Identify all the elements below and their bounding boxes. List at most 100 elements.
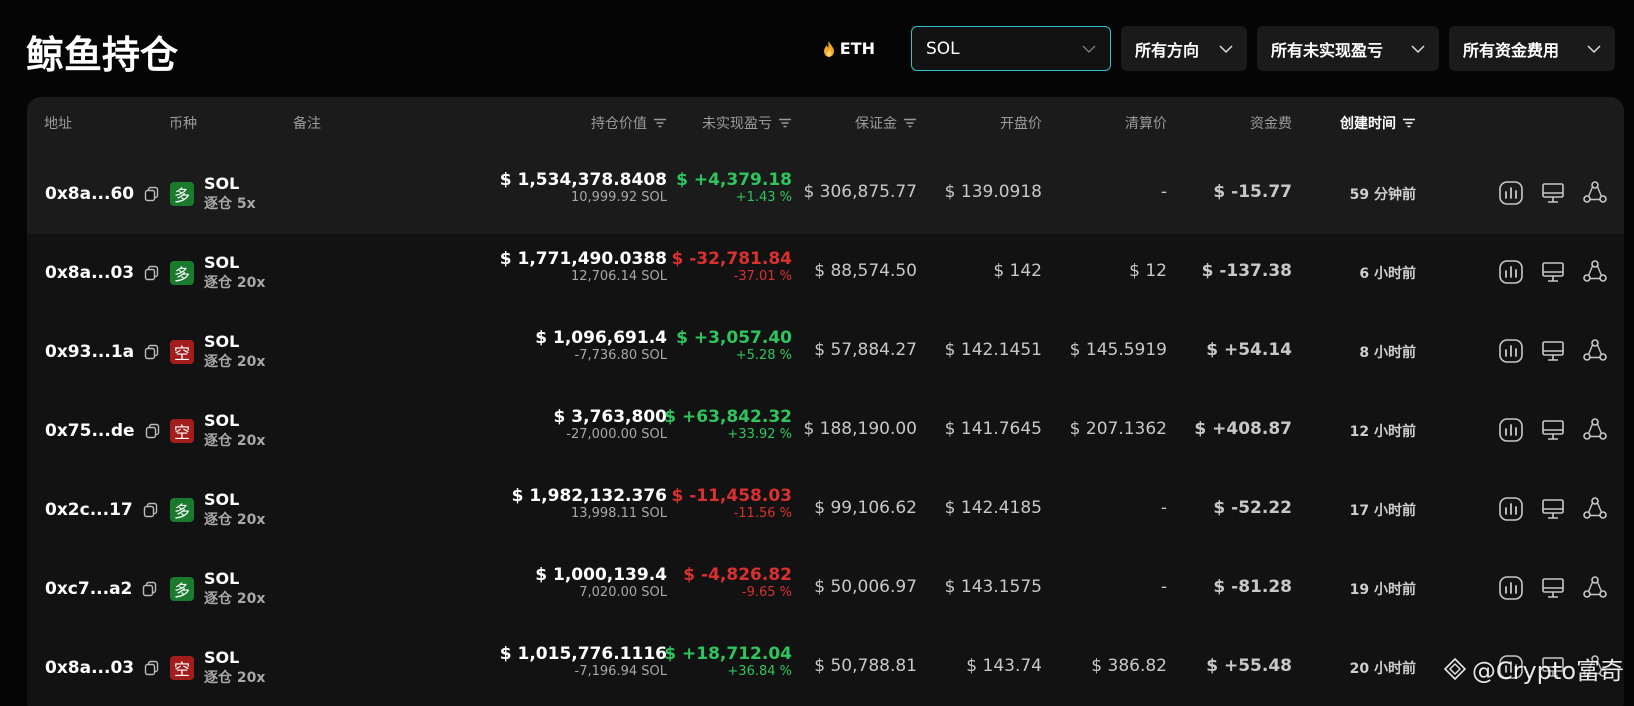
leverage-text: 逐仓 20x [204,512,266,528]
pnl-cell: $ +63,842.32 +33.92 % [664,407,792,442]
chart-icon[interactable] [1498,417,1524,443]
eth-quick-filter[interactable]: ETH [823,39,875,58]
funding-select[interactable]: 所有资金费用 [1449,26,1615,71]
share-icon[interactable] [1582,417,1608,443]
address-cell: 0xc7...a2 [45,579,158,599]
coin-select-value: SOL [926,38,960,59]
leverage-text: 逐仓 5x [204,196,256,212]
header-created[interactable]: 创建时间 [1340,113,1416,133]
open-price-value: $ 143.74 [966,656,1042,676]
header-created-label: 创建时间 [1340,116,1396,132]
leverage-text: 逐仓 20x [204,354,266,370]
open-price-value: $ 141.7645 [944,419,1042,439]
row-actions [1498,338,1608,364]
share-icon[interactable] [1582,259,1608,285]
coin-name: SOL [204,253,240,272]
address-text[interactable]: 0x8a...60 [45,184,134,204]
copy-icon[interactable] [144,186,160,202]
direction-select[interactable]: 所有方向 [1121,26,1247,71]
table-row[interactable]: 0x93...1a 空 SOL 逐仓 20x $ 1,096,691.4 -7,736.8… [27,310,1624,392]
open-price-value: $ 142.4185 [944,498,1042,518]
row-actions [1498,417,1608,443]
chart-icon[interactable] [1498,180,1524,206]
pnl-value: $ -11,458.03 [671,486,792,506]
address-text[interactable]: 0x2c...17 [45,500,133,520]
share-icon[interactable] [1582,338,1608,364]
copy-icon[interactable] [144,344,160,360]
pnl-cell: $ +3,057.40 +5.28 % [676,328,792,363]
header-pnl[interactable]: 未实现盈亏 [702,113,792,133]
liq-price-value: - [1160,577,1167,597]
table-row[interactable]: 0x75...de 空 SOL 逐仓 20x $ 3,763,800 -27,000.00… [27,389,1624,471]
copy-icon[interactable] [144,660,160,676]
copy-icon[interactable] [143,502,159,518]
position-size: 13,998.11 SOL [570,506,667,521]
margin-value: $ 50,006.97 [814,577,917,597]
side-badge: 多 [170,497,194,522]
position-value: $ 1,015,776.1116 [499,644,667,664]
liq-price-value: $ 386.82 [1091,656,1167,676]
chart-icon[interactable] [1498,575,1524,601]
copy-icon[interactable] [144,265,160,281]
monitor-icon[interactable] [1540,180,1566,206]
share-icon[interactable] [1582,575,1608,601]
position-size: 10,999.92 SOL [570,190,667,205]
watermark: @Crypto富奇 [1443,651,1624,686]
side-badge: 多 [170,260,194,285]
copy-icon[interactable] [142,581,158,597]
pnl-select[interactable]: 所有未实现盈亏 [1257,26,1439,71]
position-value: $ 1,096,691.4 [535,328,667,348]
address-cell: 0x8a...03 [45,263,160,283]
share-icon[interactable] [1582,496,1608,522]
table-row[interactable]: 0x2c...17 多 SOL 逐仓 20x $ 1,982,132.376 13,998… [27,468,1624,550]
coin-name: SOL [204,174,240,193]
table-row[interactable]: 0x8a...60 多 SOL 逐仓 5x $ 1,534,378.8408 10,999… [27,152,1624,234]
address-text[interactable]: 0x8a...03 [45,658,134,678]
coin-cell: 空 SOL 逐仓 20x [170,411,265,450]
page-title: 鲸鱼持仓 [26,33,179,77]
table-row[interactable]: 0xc7...a2 多 SOL 逐仓 20x $ 1,000,139.4 7,020.00… [27,547,1624,629]
chart-icon[interactable] [1498,338,1524,364]
monitor-icon[interactable] [1540,417,1566,443]
chart-icon[interactable] [1498,259,1524,285]
header-note: 备注 [293,116,321,132]
chart-icon[interactable] [1498,496,1524,522]
address-text[interactable]: 0xc7...a2 [45,579,132,599]
coin-select[interactable]: SOL [911,26,1111,71]
liq-price-value: $ 12 [1129,261,1167,281]
monitor-icon[interactable] [1540,259,1566,285]
pnl-percent: +33.92 % [727,427,792,442]
table-row[interactable]: 0x8a...03 空 SOL 逐仓 20x $ 1,015,776.1116 -7,19… [27,626,1624,706]
watermark-logo-icon [1443,657,1466,680]
table-row[interactable]: 0x8a...03 多 SOL 逐仓 20x $ 1,771,490.0388 12,70… [27,231,1624,313]
created-time: 20 小时前 [1349,661,1416,677]
side-badge: 空 [170,655,194,680]
coin-cell: 空 SOL 逐仓 20x [170,332,265,371]
funding-select-value: 所有资金费用 [1463,40,1560,60]
address-text[interactable]: 0x8a...03 [45,263,134,283]
pnl-value: $ +4,379.18 [676,170,792,190]
monitor-icon[interactable] [1540,575,1566,601]
pnl-cell: $ +18,712.04 +36.84 % [664,644,792,679]
pnl-select-value: 所有未实现盈亏 [1271,40,1384,60]
share-icon[interactable] [1582,180,1608,206]
header-coin: 币种 [169,116,197,132]
monitor-icon[interactable] [1540,338,1566,364]
margin-value: $ 57,884.27 [814,340,917,360]
header-margin[interactable]: 保证金 [855,113,917,133]
header-value[interactable]: 持仓价值 [591,113,667,133]
address-text[interactable]: 0x93...1a [45,342,134,362]
position-value: $ 1,000,139.4 [535,565,667,585]
eth-label: ETH [839,39,875,58]
pnl-percent: -37.01 % [733,269,792,284]
address-cell: 0x93...1a [45,342,160,362]
chevron-down-icon [1219,44,1233,53]
monitor-icon[interactable] [1540,496,1566,522]
coin-name: SOL [204,648,240,667]
header-open-price: 开盘价 [1000,116,1042,132]
filter-bar: ETH SOL 所有方向 所有未实现盈亏 所有资金费用 [823,26,1615,71]
address-text[interactable]: 0x75...de [45,421,135,441]
copy-icon[interactable] [145,423,161,439]
value-cell: $ 3,763,800 -27,000.00 SOL [554,407,667,442]
created-time: 8 小时前 [1359,345,1416,361]
